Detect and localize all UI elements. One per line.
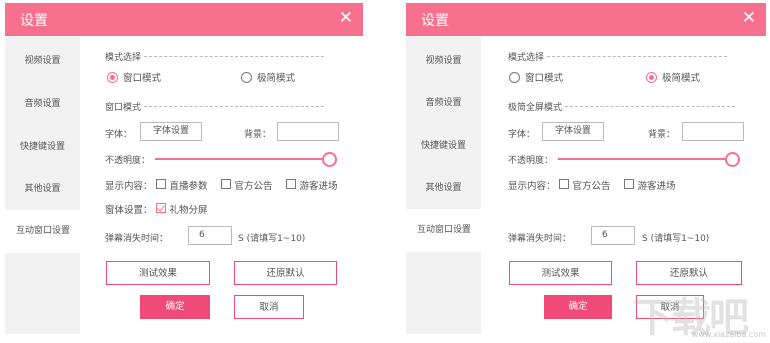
dialog-title: 设置 xyxy=(421,13,449,29)
mode-section-label: 模式选择 xyxy=(508,53,545,63)
sidebar-item-video[interactable]: 视频设置 xyxy=(5,40,80,83)
settings-dialog-window-mode: 设置 ✕ 视频设置 音频设置 快捷键设置 其他设置 互动窗口设置 模式选择 窗口… xyxy=(5,3,363,334)
timeout-label: 弹幕消失时间： xyxy=(508,234,572,244)
sidebar-item-hotkeys[interactable]: 快捷键设置 xyxy=(5,126,80,169)
font-label: 字体： xyxy=(508,130,536,140)
test-effect-button[interactable]: 测试效果 xyxy=(106,261,210,285)
radio-checked-icon xyxy=(107,71,118,83)
checkbox-label: 游客进场 xyxy=(299,181,338,192)
background-label: 背景： xyxy=(244,130,272,140)
close-icon[interactable]: ✕ xyxy=(742,9,756,27)
mode-section-header: 模式选择 xyxy=(105,50,325,63)
settings-sidebar: 视频设置 音频设置 快捷键设置 其他设置 互动窗口设置 xyxy=(406,36,482,334)
background-color-box[interactable] xyxy=(682,122,744,141)
timeout-value: 6 xyxy=(199,230,205,240)
slider-thumb[interactable] xyxy=(725,152,740,167)
dialog-title: 设置 xyxy=(20,13,48,29)
display-content-label: 显示内容： xyxy=(508,181,556,192)
mode-section-label: 模式选择 xyxy=(105,53,142,63)
background-label: 背景： xyxy=(648,130,676,140)
checkbox-icon xyxy=(220,179,231,189)
watermark-logo: 下载吧 www.xiazaiba.com xyxy=(633,285,768,341)
checkbox-label: 官方公告 xyxy=(234,181,273,192)
radio-window-mode[interactable]: 窗口模式 xyxy=(509,70,563,84)
checkbox-visitor-entry[interactable]: 游客进场 xyxy=(621,178,676,192)
radio-label: 窗口模式 xyxy=(123,73,162,84)
slider-track xyxy=(558,158,738,160)
sidebar-item-video[interactable]: 视频设置 xyxy=(406,40,481,83)
confirm-button[interactable]: 确定 xyxy=(544,295,612,319)
sidebar-item-hotkeys[interactable]: 快捷键设置 xyxy=(406,125,481,168)
mode-section-header: 模式选择 xyxy=(508,50,728,63)
font-settings-button[interactable]: 字体设置 xyxy=(140,122,202,141)
opacity-label: 不透明度： xyxy=(105,156,151,166)
minimal-fullscreen-section-header: 极简全屏模式 xyxy=(508,100,736,113)
window-mode-section-header: 窗口模式 xyxy=(105,100,325,113)
radio-label: 窗口模式 xyxy=(525,73,564,84)
checkbox-label: 直播参数 xyxy=(169,181,208,192)
checkbox-label: 游客进场 xyxy=(637,181,676,192)
restore-default-button[interactable]: 还原默认 xyxy=(636,261,742,285)
window-setting-label: 窗体设置： xyxy=(105,205,153,216)
checkbox-official-notice[interactable]: 官方公告 xyxy=(556,178,611,192)
checkbox-icon xyxy=(285,179,296,189)
timeout-hint: S (请填写1~10) xyxy=(238,234,306,244)
radio-label: 极简模式 xyxy=(662,73,701,84)
background-color-box[interactable] xyxy=(277,122,339,141)
radio-minimal-mode[interactable]: 极简模式 xyxy=(241,70,295,84)
display-content-label: 显示内容： xyxy=(105,181,153,192)
radio-minimal-mode[interactable]: 极简模式 xyxy=(646,70,700,84)
display-content-row: 显示内容： 官方公告 游客进场 xyxy=(508,178,686,192)
slider-thumb[interactable] xyxy=(322,152,337,167)
title-bar: 设置 ✕ xyxy=(406,3,766,36)
checkbox-live-params[interactable]: 直播参数 xyxy=(153,178,208,192)
timeout-input[interactable]: 6 xyxy=(188,226,232,245)
opacity-slider[interactable] xyxy=(155,152,337,167)
test-effect-button[interactable]: 测试效果 xyxy=(509,261,612,285)
checkbox-gift-split[interactable]: 礼物分屏 xyxy=(153,202,208,216)
sidebar-item-other[interactable]: 其他设置 xyxy=(5,168,80,211)
checkbox-label: 官方公告 xyxy=(572,181,611,192)
checkbox-icon xyxy=(623,179,634,189)
timeout-label: 弹幕消失时间： xyxy=(105,234,169,244)
display-content-row: 显示内容： 直播参数 官方公告 游客进场 xyxy=(105,178,348,192)
radio-unchecked-icon xyxy=(241,71,252,83)
checkbox-icon xyxy=(558,179,569,189)
window-setting-row: 窗体设置： 礼物分屏 xyxy=(105,202,218,216)
font-label: 字体： xyxy=(105,130,133,140)
sidebar-item-interactive-window[interactable]: 互动窗口设置 xyxy=(5,210,81,253)
checkbox-official-notice[interactable]: 官方公告 xyxy=(218,178,273,192)
radio-checked-icon xyxy=(646,71,657,83)
sidebar-item-other[interactable]: 其他设置 xyxy=(406,167,481,210)
watermark-url: www.xiazaiba.com xyxy=(691,330,766,339)
sub-section-label: 极简全屏模式 xyxy=(508,103,563,113)
confirm-button[interactable]: 确定 xyxy=(140,295,210,319)
timeout-input[interactable]: 6 xyxy=(591,226,635,245)
sub-section-label: 窗口模式 xyxy=(105,103,142,113)
settings-content: 模式选择 窗口模式 极简模式 窗口模式 字体： 字体设置 背景： 不透明度： 显… xyxy=(81,36,363,334)
sidebar-item-audio[interactable]: 音频设置 xyxy=(5,83,80,126)
title-bar: 设置 ✕ xyxy=(5,3,363,36)
cancel-button[interactable]: 取消 xyxy=(234,295,304,319)
timeout-value: 6 xyxy=(602,230,608,240)
checkbox-visitor-entry[interactable]: 游客进场 xyxy=(283,178,338,192)
close-icon[interactable]: ✕ xyxy=(339,9,353,27)
restore-default-button[interactable]: 还原默认 xyxy=(234,261,337,285)
opacity-slider[interactable] xyxy=(558,152,740,167)
checkbox-label: 礼物分屏 xyxy=(169,205,208,216)
radio-unchecked-icon xyxy=(509,71,520,83)
opacity-label: 不透明度： xyxy=(508,156,554,166)
timeout-hint: S (请填写1~10) xyxy=(642,234,710,244)
sidebar-item-audio[interactable]: 音频设置 xyxy=(406,82,481,125)
checkbox-icon xyxy=(155,179,166,189)
radio-label: 极简模式 xyxy=(257,73,296,84)
settings-sidebar: 视频设置 音频设置 快捷键设置 其他设置 互动窗口设置 xyxy=(5,36,81,334)
checkbox-checked-icon xyxy=(155,203,166,213)
radio-window-mode[interactable]: 窗口模式 xyxy=(107,70,161,84)
slider-track xyxy=(155,158,335,160)
font-settings-button[interactable]: 字体设置 xyxy=(542,122,604,141)
sidebar-item-interactive-window[interactable]: 互动窗口设置 xyxy=(406,209,482,252)
